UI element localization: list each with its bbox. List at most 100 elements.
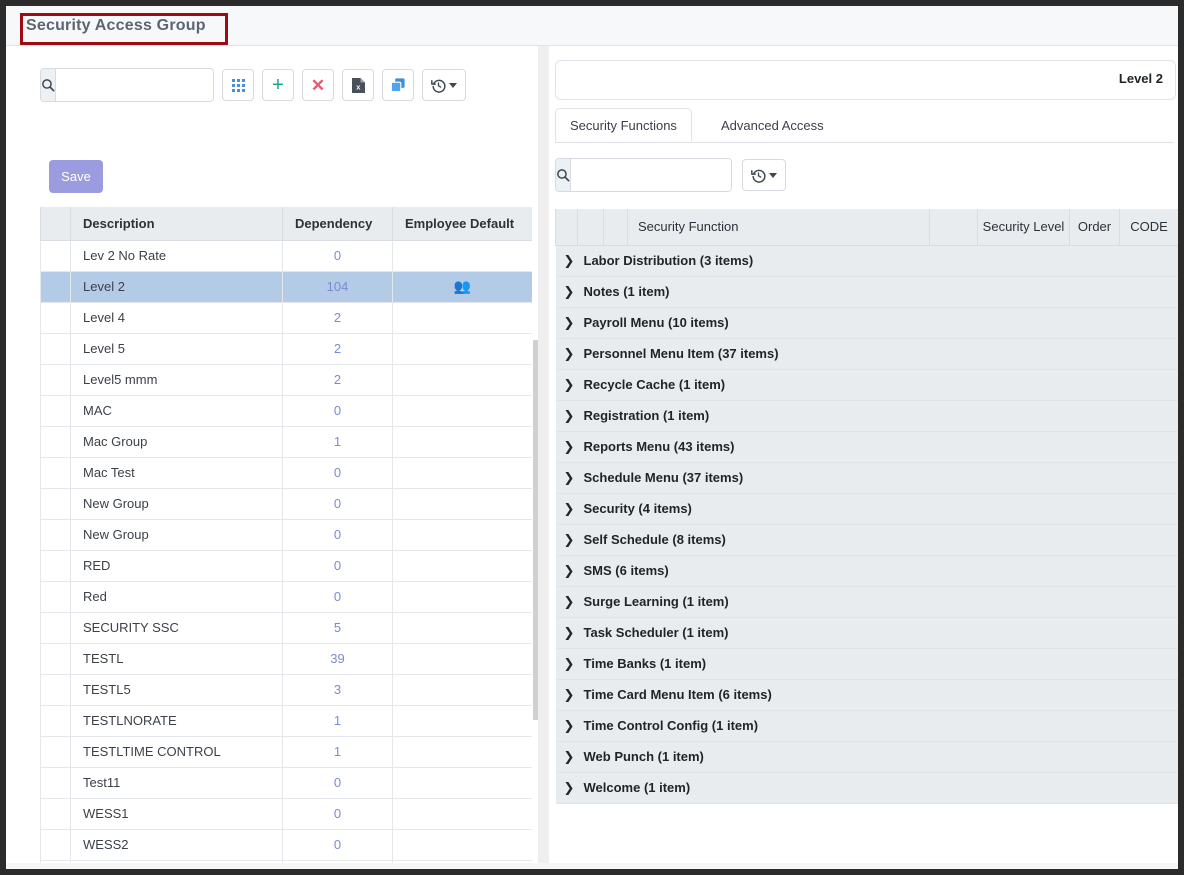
row-select-cell[interactable] xyxy=(40,270,71,303)
group-row-cell[interactable]: ❯ Notes (1 item) xyxy=(555,275,1178,308)
table-row[interactable]: RED 0 xyxy=(40,549,532,582)
chevron-right-icon[interactable]: ❯ xyxy=(564,501,578,517)
column-header-select[interactable] xyxy=(40,207,71,241)
cell-employee-default[interactable] xyxy=(392,580,532,613)
table-row[interactable]: TESTLTIME CONTROL 1 xyxy=(40,735,532,768)
group-row[interactable]: ❯ Time Card Menu Item (6 items) xyxy=(555,678,1178,711)
group-row-cell[interactable]: ❯ Time Control Config (1 item) xyxy=(555,709,1178,742)
row-select-cell[interactable] xyxy=(40,394,71,427)
history-button[interactable] xyxy=(422,69,466,101)
row-select-cell[interactable] xyxy=(40,797,71,830)
cell-employee-default[interactable] xyxy=(392,425,532,458)
cell-employee-default[interactable] xyxy=(392,828,532,861)
cell-dependency[interactable]: 1 xyxy=(282,704,393,737)
function-search-input[interactable] xyxy=(571,159,731,191)
group-row-cell[interactable]: ❯ Labor Distribution (3 items) xyxy=(555,244,1178,277)
group-row[interactable]: ❯ Schedule Menu (37 items) xyxy=(555,461,1178,494)
cell-employee-default[interactable]: 👥 xyxy=(392,270,532,303)
table-row[interactable]: Mac Test 0 xyxy=(40,456,532,489)
dependency-link[interactable]: 1 xyxy=(334,434,341,449)
group-row-cell[interactable]: ❯ Schedule Menu (37 items) xyxy=(555,461,1178,494)
chevron-right-icon[interactable]: ❯ xyxy=(564,470,578,486)
group-row-cell[interactable]: ❯ Time Banks (1 item) xyxy=(555,647,1178,680)
cell-employee-default[interactable] xyxy=(392,301,532,334)
cell-dependency[interactable]: 0 xyxy=(282,828,393,861)
cell-employee-default[interactable] xyxy=(392,673,532,706)
table-row[interactable]: SECURITY SSC 5 xyxy=(40,611,532,644)
save-button[interactable]: Save xyxy=(49,160,103,193)
chevron-right-icon[interactable]: ❯ xyxy=(564,625,578,641)
group-row-cell[interactable]: ❯ SMS (6 items) xyxy=(555,554,1178,587)
cell-dependency[interactable]: 39 xyxy=(282,642,393,675)
cell-employee-default[interactable] xyxy=(392,332,532,365)
cell-employee-default[interactable] xyxy=(392,642,532,675)
table-row[interactable]: Red 0 xyxy=(40,580,532,613)
chevron-right-icon[interactable]: ❯ xyxy=(564,780,578,796)
group-row[interactable]: ❯ Payroll Menu (10 items) xyxy=(555,306,1178,339)
group-row-cell[interactable]: ❯ Web Punch (1 item) xyxy=(555,740,1178,773)
column-header-order[interactable]: Order xyxy=(1069,209,1120,246)
group-row-cell[interactable]: ❯ Recycle Cache (1 item) xyxy=(555,368,1178,401)
dependency-link[interactable]: 2 xyxy=(334,310,341,325)
group-row-cell[interactable]: ❯ Surge Learning (1 item) xyxy=(555,585,1178,618)
chevron-right-icon[interactable]: ❯ xyxy=(564,594,578,610)
dependency-link[interactable]: 0 xyxy=(334,403,341,418)
tab-security-functions[interactable]: Security Functions xyxy=(555,108,692,142)
chevron-right-icon[interactable]: ❯ xyxy=(564,377,578,393)
column-header-description[interactable]: Description xyxy=(70,207,283,241)
row-select-cell[interactable] xyxy=(40,642,71,675)
table-row[interactable]: New Group 0 xyxy=(40,487,532,520)
row-select-cell[interactable] xyxy=(40,487,71,520)
group-row-cell[interactable]: ❯ Payroll Menu (10 items) xyxy=(555,306,1178,339)
column-header-employee-default[interactable]: Employee Default xyxy=(392,207,532,241)
table-row[interactable]: MAC 0 xyxy=(40,394,532,427)
dependency-link[interactable]: 39 xyxy=(330,651,344,666)
chevron-right-icon[interactable]: ❯ xyxy=(564,253,578,269)
cell-dependency[interactable]: 0 xyxy=(282,580,393,613)
table-row[interactable]: Lev 2 No Rate 0 xyxy=(40,239,532,272)
cell-dependency[interactable]: 0 xyxy=(282,518,393,551)
row-select-cell[interactable] xyxy=(40,704,71,737)
table-row[interactable]: TESTL 39 xyxy=(40,642,532,675)
cell-employee-default[interactable] xyxy=(392,363,532,396)
search-input[interactable] xyxy=(56,69,213,101)
cell-employee-default[interactable] xyxy=(392,456,532,489)
dependency-link[interactable]: 0 xyxy=(334,248,341,263)
table-row[interactable]: Test11 0 xyxy=(40,766,532,799)
group-row[interactable]: ❯ Surge Learning (1 item) xyxy=(555,585,1178,618)
row-select-cell[interactable] xyxy=(40,580,71,613)
group-row[interactable]: ❯ Task Scheduler (1 item) xyxy=(555,616,1178,649)
chevron-right-icon[interactable]: ❯ xyxy=(564,687,578,703)
cell-dependency[interactable]: 0 xyxy=(282,797,393,830)
group-row[interactable]: ❯ Labor Distribution (3 items) xyxy=(555,244,1178,277)
group-row[interactable]: ❯ Time Control Config (1 item) xyxy=(555,709,1178,742)
chevron-right-icon[interactable]: ❯ xyxy=(564,408,578,424)
cell-dependency[interactable]: 0 xyxy=(282,487,393,520)
row-select-cell[interactable] xyxy=(40,425,71,458)
tab-advanced-access[interactable]: Advanced Access xyxy=(707,108,838,142)
dependency-link[interactable]: 2 xyxy=(334,341,341,356)
chevron-right-icon[interactable]: ❯ xyxy=(564,439,578,455)
column-header-code[interactable]: CODE xyxy=(1119,209,1178,246)
cell-employee-default[interactable] xyxy=(392,611,532,644)
table-row[interactable]: WESS1 0 xyxy=(40,797,532,830)
dependency-link[interactable]: 0 xyxy=(334,558,341,573)
dependency-link[interactable]: 0 xyxy=(334,465,341,480)
group-row[interactable]: ❯ Personnel Menu Item (37 items) xyxy=(555,337,1178,370)
group-row[interactable]: ❯ Security (4 items) xyxy=(555,492,1178,525)
group-row[interactable]: ❯ Web Punch (1 item) xyxy=(555,740,1178,773)
cell-dependency[interactable]: 1 xyxy=(282,735,393,768)
row-select-cell[interactable] xyxy=(40,549,71,582)
chevron-right-icon[interactable]: ❯ xyxy=(564,563,578,579)
column-header-security-level[interactable]: Security Level xyxy=(977,209,1070,246)
group-row[interactable]: ❯ SMS (6 items) xyxy=(555,554,1178,587)
chevron-right-icon[interactable]: ❯ xyxy=(564,718,578,734)
dependency-link[interactable]: 0 xyxy=(334,837,341,852)
group-row[interactable]: ❯ Time Banks (1 item) xyxy=(555,647,1178,680)
chevron-right-icon[interactable]: ❯ xyxy=(564,749,578,765)
dependency-link[interactable]: 1 xyxy=(334,713,341,728)
chevron-right-icon[interactable]: ❯ xyxy=(564,532,578,548)
row-select-cell[interactable] xyxy=(40,673,71,706)
export-excel-button[interactable]: x xyxy=(342,69,374,101)
chevron-right-icon[interactable]: ❯ xyxy=(564,315,578,331)
